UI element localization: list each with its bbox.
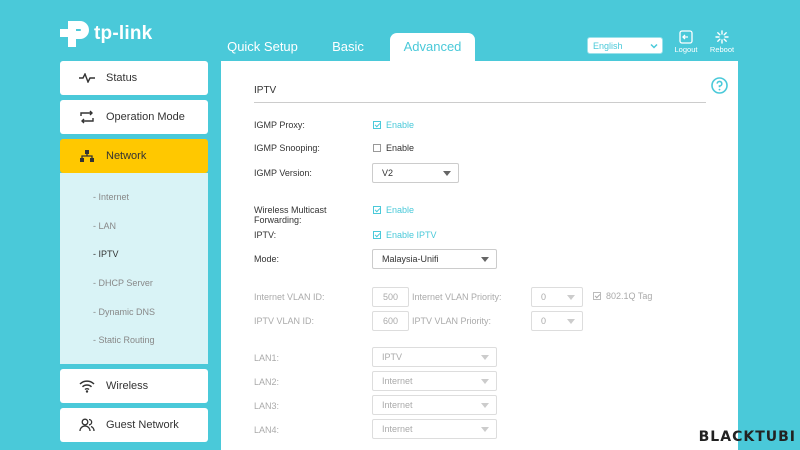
igmp-proxy-label: IGMP Proxy: <box>254 120 305 130</box>
swap-icon <box>77 109 97 125</box>
internet-vlan-priority-label: Internet VLAN Priority: <box>412 292 502 302</box>
users-icon <box>77 417 97 433</box>
pulse-icon <box>77 70 97 86</box>
lan3-value: Internet <box>382 400 413 410</box>
lan4-label: LAN4: <box>254 425 280 435</box>
sidebar-item-label: Guest Network <box>106 419 179 431</box>
logout-icon <box>679 30 693 44</box>
reboot-label: Reboot <box>709 45 735 54</box>
iptv-vlan-priority-value: 0 <box>541 316 547 326</box>
sidebar-item-wireless[interactable]: Wireless <box>60 369 208 403</box>
lan4-value: Internet <box>382 424 413 434</box>
iptv-vlan-id-input[interactable]: 600 <box>372 311 409 331</box>
dropdown-arrow-icon <box>567 295 575 300</box>
lan3-select[interactable]: Internet <box>372 395 497 415</box>
sidebar-item-status[interactable]: Status <box>60 61 208 95</box>
mode-value: Malaysia-Unifi <box>382 254 439 264</box>
dropdown-arrow-icon <box>481 355 489 360</box>
logout-label: Logout <box>674 45 698 54</box>
tab-basic[interactable]: Basic <box>318 33 378 61</box>
network-icon <box>77 148 97 164</box>
iptv-enable-checkbox[interactable] <box>373 231 381 239</box>
sidebar-item-label: Status <box>106 72 138 84</box>
igmp-proxy-checkbox[interactable] <box>373 121 381 129</box>
chevron-down-icon <box>650 43 658 49</box>
sidebar-item-guest-network[interactable]: Guest Network <box>60 408 208 442</box>
sidebar-item-network[interactable]: Network <box>60 139 208 173</box>
question-circle-icon[interactable] <box>711 77 728 94</box>
iptv-enable-option: Enable IPTV <box>386 230 437 240</box>
lan1-select[interactable]: IPTV <box>372 347 497 367</box>
dropdown-arrow-icon <box>481 427 489 432</box>
lan2-label: LAN2: <box>254 377 280 387</box>
sidebar-item-label: Wireless <box>106 380 149 392</box>
tp-link-logo-icon <box>60 21 89 47</box>
lan4-select[interactable]: Internet <box>372 419 497 439</box>
igmp-snooping-option: Enable <box>386 143 415 153</box>
iptv-vlan-priority-label: IPTV VLAN Priority: <box>412 316 492 326</box>
wireless-multicast-label-line2: Forwarding: <box>254 215 302 225</box>
dropdown-arrow-icon <box>567 319 575 324</box>
iptv-settings-panel: IPTV IGMP Proxy: Enable IGMP Snooping: E… <box>221 61 738 450</box>
igmp-version-label: IGMP Version: <box>254 168 312 178</box>
submenu-item-dhcp-server[interactable]: - DHCP Server <box>93 278 153 288</box>
igmp-proxy-option: Enable <box>386 120 415 130</box>
section-divider <box>254 102 706 103</box>
logout-button[interactable]: Logout <box>672 30 700 54</box>
language-value: English <box>593 41 623 51</box>
sidebar-item-operation-mode[interactable]: Operation Mode <box>60 100 208 134</box>
sidebar-item-label: Operation Mode <box>106 111 185 123</box>
language-select[interactable]: English <box>587 37 663 54</box>
mode-label: Mode: <box>254 254 280 264</box>
mode-select[interactable]: Malaysia-Unifi <box>372 249 497 269</box>
dropdown-arrow-icon <box>481 379 489 384</box>
igmp-snooping-checkbox[interactable] <box>373 144 381 152</box>
wifi-icon <box>77 378 97 394</box>
tp-link-logo: tp-link <box>58 18 152 50</box>
wireless-multicast-label-line1: Wireless Multicast <box>254 205 327 215</box>
dropdown-arrow-icon <box>443 171 451 176</box>
iptv-vlan-id-label: IPTV VLAN ID: <box>254 316 315 326</box>
brand-name: tp-link <box>94 23 153 44</box>
watermark: BLACKTUBI <box>698 429 796 445</box>
lan1-value: IPTV <box>382 352 403 362</box>
submenu-item-iptv[interactable]: - IPTV <box>93 249 119 259</box>
section-title: IPTV <box>254 85 277 96</box>
internet-vlan-id-label: Internet VLAN ID: <box>254 292 325 302</box>
iptv-vlan-priority-select[interactable]: 0 <box>531 311 583 331</box>
igmp-version-value: V2 <box>382 168 394 178</box>
internet-vlan-id-input[interactable]: 500 <box>372 287 409 307</box>
wireless-multicast-checkbox[interactable] <box>373 206 381 214</box>
igmp-snooping-label: IGMP Snooping: <box>254 143 320 153</box>
lan2-select[interactable]: Internet <box>372 371 497 391</box>
submenu-item-static-routing[interactable]: - Static Routing <box>93 335 155 345</box>
submenu-item-internet[interactable]: - Internet <box>93 192 129 202</box>
reboot-button[interactable]: Reboot <box>708 30 736 54</box>
lan3-label: LAN3: <box>254 401 280 411</box>
igmp-version-select[interactable]: V2 <box>372 163 459 183</box>
tab-quick-setup[interactable]: Quick Setup <box>220 33 305 61</box>
sidebar-item-label: Network <box>106 150 147 162</box>
internet-vlan-priority-select[interactable]: 0 <box>531 287 583 307</box>
wireless-multicast-option: Enable <box>386 205 415 215</box>
dropdown-arrow-icon <box>481 257 489 262</box>
submenu-item-dynamic-dns[interactable]: - Dynamic DNS <box>93 307 155 317</box>
iptv-label: IPTV: <box>254 230 277 240</box>
dropdown-arrow-icon <box>481 403 489 408</box>
internet-vlan-priority-value: 0 <box>541 292 547 302</box>
reboot-icon <box>715 30 729 44</box>
lan2-value: Internet <box>382 376 413 386</box>
lan1-label: LAN1: <box>254 353 280 363</box>
tab-advanced[interactable]: Advanced <box>390 33 475 61</box>
tag-8021q-checkbox[interactable] <box>593 292 601 300</box>
submenu-item-lan[interactable]: - LAN <box>93 221 116 231</box>
tag-8021q-option: 802.1Q Tag <box>606 291 653 301</box>
